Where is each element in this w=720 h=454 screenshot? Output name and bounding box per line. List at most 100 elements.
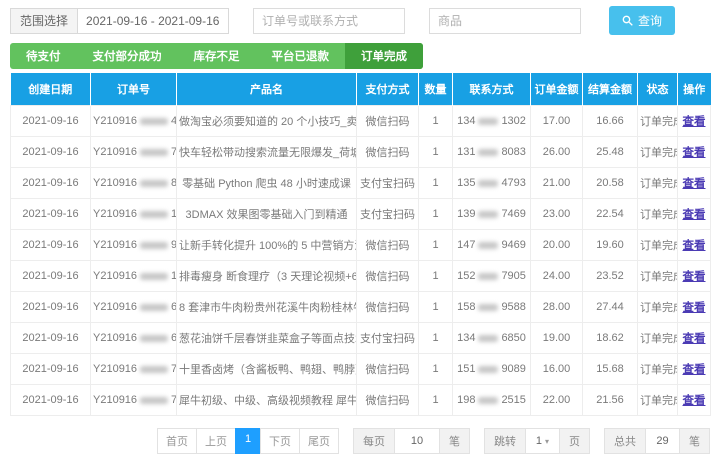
view-link[interactable]: 查看 <box>683 395 706 407</box>
redacted-blur <box>140 334 169 342</box>
cell-settle-amount: 16.66 <box>582 105 638 137</box>
orders-table: 创建日期 订单号 产品名 支付方式 数量 联系方式 订单金额 结算金额 状态 操… <box>10 73 711 416</box>
redacted-blur <box>478 210 499 218</box>
cell-operation: 查看 <box>677 167 711 199</box>
table-row: 2021-09-16Y2109166677葱花油饼千层春饼韭菜盒子等面点技术支付… <box>10 322 711 354</box>
tab-out-of-stock[interactable]: 库存不足 <box>178 43 256 69</box>
cell-payment-method: 支付宝扫码 <box>356 198 419 230</box>
cell-quantity: 1 <box>418 353 453 385</box>
cell-create-date: 2021-09-16 <box>10 229 91 261</box>
table-row: 2021-09-16Y21091668058 套津市牛肉粉贵州花溪牛肉粉桂林牛肉… <box>10 291 711 323</box>
cell-order-amount: 17.00 <box>530 105 583 137</box>
date-range-group: 范围选择 <box>10 7 230 34</box>
cell-create-date: 2021-09-16 <box>10 384 91 416</box>
redacted-blur <box>478 303 499 311</box>
cell-payment-method: 微信扫码 <box>356 291 419 323</box>
search-button-label: 查询 <box>638 14 663 28</box>
cell-order-amount: 26.00 <box>530 136 583 168</box>
product-search-input[interactable] <box>429 7 582 34</box>
cell-product-name: 快车轻松带动搜索流量无限爆发_荷塘月色论坛 <box>176 136 357 168</box>
redacted-blur <box>140 148 169 156</box>
cell-quantity: 1 <box>418 260 453 292</box>
first-page-button[interactable]: 首页 <box>157 428 197 454</box>
header-create-date: 创建日期 <box>10 73 91 106</box>
header-order-number: 订单号 <box>90 73 177 106</box>
jump-page-select[interactable]: 1 ▾ <box>525 429 559 453</box>
view-link[interactable]: 查看 <box>683 116 706 128</box>
cell-order-number: Y2109161921 <box>90 260 177 292</box>
cell-payment-method: 支付宝扫码 <box>356 167 419 199</box>
cell-quantity: 1 <box>418 229 453 261</box>
cell-contact: 198 2515 <box>452 384 531 416</box>
redacted-blur <box>140 365 169 373</box>
tab-order-complete[interactable]: 订单完成 <box>345 43 423 69</box>
view-link[interactable]: 查看 <box>683 364 706 376</box>
cell-create-date: 2021-09-16 <box>10 291 91 323</box>
cell-payment-method: 微信扫码 <box>356 353 419 385</box>
cell-quantity: 1 <box>418 291 453 323</box>
cell-quantity: 1 <box>418 198 453 230</box>
prev-page-button[interactable]: 上页 <box>196 428 236 454</box>
redacted-blur <box>140 117 169 125</box>
cell-create-date: 2021-09-16 <box>10 167 91 199</box>
cell-status: 订单完成 <box>637 105 678 137</box>
per-page-input[interactable] <box>404 434 430 448</box>
redacted-blur <box>478 334 499 342</box>
view-link[interactable]: 查看 <box>683 333 706 345</box>
total-unit: 笔 <box>679 429 709 453</box>
cell-order-amount: 21.00 <box>530 167 583 199</box>
cell-quantity: 1 <box>418 167 453 199</box>
tab-pending-payment[interactable]: 待支付 <box>10 43 77 69</box>
cell-create-date: 2021-09-16 <box>10 260 91 292</box>
redacted-blur <box>478 396 499 404</box>
cell-order-amount: 20.00 <box>530 229 583 261</box>
order-search-input[interactable] <box>253 7 406 34</box>
last-page-button[interactable]: 尾页 <box>299 428 339 454</box>
cell-product-name: 8 套津市牛肉粉贵州花溪牛肉粉桂林牛肉粉小吃配方 <box>176 291 357 323</box>
cell-order-amount: 22.00 <box>530 384 583 416</box>
cell-contact: 158 9588 <box>452 291 531 323</box>
next-page-button[interactable]: 下页 <box>260 428 300 454</box>
view-link[interactable]: 查看 <box>683 240 706 252</box>
cell-status: 订单完成 <box>637 384 678 416</box>
per-page-label: 每页 <box>354 429 394 453</box>
view-link[interactable]: 查看 <box>683 209 706 221</box>
cell-quantity: 1 <box>418 322 453 354</box>
table-row: 2021-09-16Y2109167681犀牛初级、中级、高级视频教程 犀牛教程… <box>10 384 711 416</box>
cell-status: 订单完成 <box>637 353 678 385</box>
date-range-input[interactable] <box>77 7 230 34</box>
current-page-button[interactable]: 1 <box>235 428 261 454</box>
table-row: 2021-09-16Y2109167258十里香卤烤（含酱板鸭、鸭翅、鸭脖）小吃… <box>10 353 711 385</box>
jump-page-value: 1 <box>535 435 543 447</box>
pagination-bar: 首页 上页 1 下页 尾页 每页 笔 跳转 1 ▾ 页 总共 29 笔 <box>0 428 710 454</box>
cell-operation: 查看 <box>677 291 711 323</box>
tab-platform-refunded[interactable]: 平台已退款 <box>256 43 346 69</box>
cell-order-number: Y2109166805 <box>90 291 177 323</box>
cell-contact: 139 7469 <box>452 198 531 230</box>
view-link[interactable]: 查看 <box>683 178 706 190</box>
table-row: 2021-09-16Y2109161921排毒瘦身 断食理疗（3 天理论视频+6… <box>10 260 711 292</box>
search-button[interactable]: 查询 <box>609 6 676 35</box>
cell-quantity: 1 <box>418 105 453 137</box>
cell-order-amount: 23.00 <box>530 198 583 230</box>
cell-product-name: 让新手转化提升 100%的 5 中营销方法 <box>176 229 357 261</box>
tab-partial-payment-success[interactable]: 支付部分成功 <box>77 43 178 69</box>
header-quantity: 数量 <box>418 73 453 106</box>
cell-payment-method: 微信扫码 <box>356 260 419 292</box>
view-link[interactable]: 查看 <box>683 271 706 283</box>
header-operation: 操作 <box>677 73 711 106</box>
view-link[interactable]: 查看 <box>683 147 706 159</box>
cell-settle-amount: 15.68 <box>582 353 638 385</box>
filter-bar: 范围选择 查询 <box>0 0 720 40</box>
cell-order-number: Y2109161786 <box>90 198 177 230</box>
cell-order-number: Y2109167677 <box>90 136 177 168</box>
cell-product-name: 排毒瘦身 断食理疗（3 天理论视频+6 天跟练音频） <box>176 260 357 292</box>
cell-order-amount: 19.00 <box>530 322 583 354</box>
jump-group: 跳转 1 ▾ 页 <box>484 428 590 454</box>
redacted-blur <box>478 117 499 125</box>
view-link[interactable]: 查看 <box>683 302 706 314</box>
cell-order-number: Y2109164408 <box>90 105 177 137</box>
cell-order-amount: 16.00 <box>530 353 583 385</box>
table-header-row: 创建日期 订单号 产品名 支付方式 数量 联系方式 订单金额 结算金额 状态 操… <box>10 73 711 106</box>
cell-order-amount: 24.00 <box>530 260 583 292</box>
